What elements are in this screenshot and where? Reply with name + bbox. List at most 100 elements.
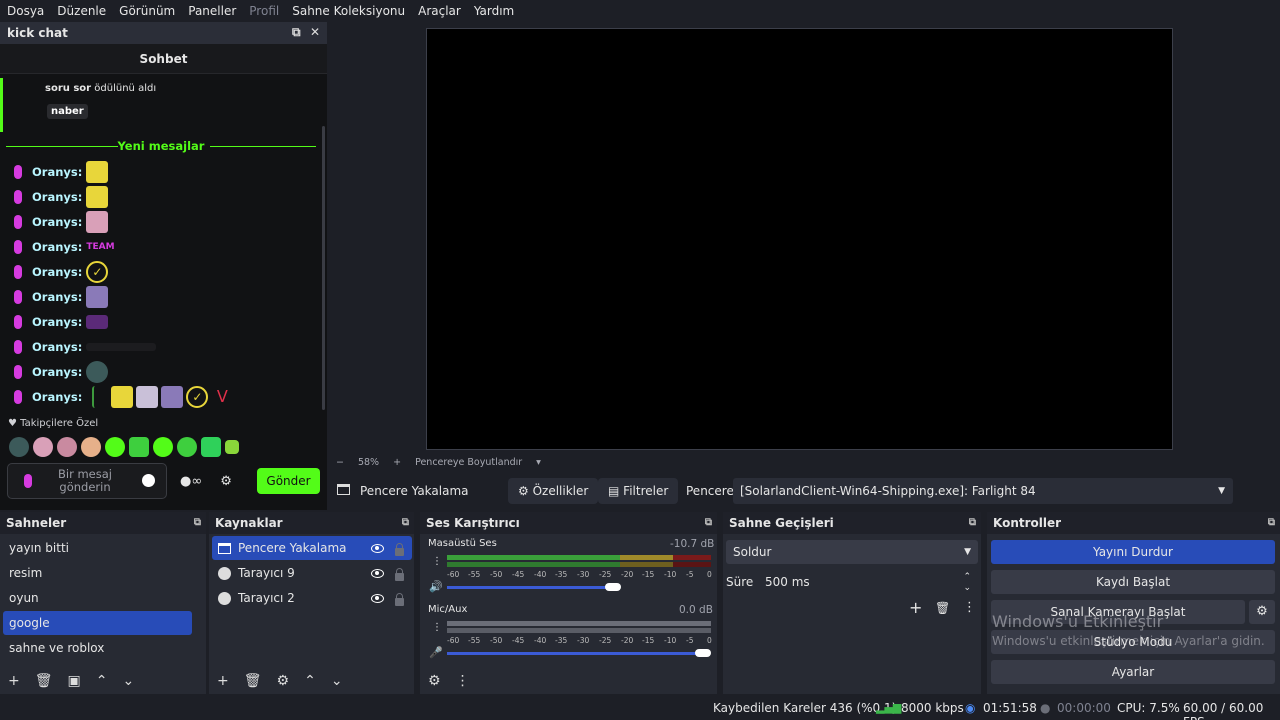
gear-icon[interactable]: ⚙ bbox=[1249, 600, 1275, 624]
filter-icon: ▤ bbox=[608, 484, 620, 498]
chat-username[interactable]: Oranys: bbox=[32, 190, 82, 204]
menu-profile[interactable]: Profil bbox=[249, 4, 279, 18]
undock-icon[interactable]: ⧉ bbox=[969, 512, 976, 534]
emote-icon[interactable] bbox=[177, 437, 197, 457]
lock-icon[interactable] bbox=[395, 543, 404, 556]
volume-slider-track[interactable] bbox=[447, 652, 703, 655]
move-down-icon[interactable]: ⌄ bbox=[122, 673, 134, 689]
volume-slider-track[interactable] bbox=[447, 586, 613, 589]
move-up-icon[interactable]: ⌃ bbox=[96, 673, 108, 689]
undock-icon[interactable]: ⧉ bbox=[705, 512, 712, 534]
menu-file[interactable]: Dosya bbox=[7, 4, 44, 18]
properties-button[interactable]: ⚙ Özellikler bbox=[508, 478, 599, 504]
close-icon[interactable]: ✕ bbox=[310, 25, 320, 39]
zoom-in-button[interactable]: + bbox=[393, 457, 401, 468]
filters-label: Filtreler bbox=[623, 484, 669, 498]
duration-input[interactable]: 500 ms ⌃ ⌄ bbox=[756, 570, 978, 594]
chat-username[interactable]: Oranys: bbox=[32, 340, 82, 354]
chat-username[interactable]: Oranys: bbox=[32, 215, 82, 229]
send-button[interactable]: Gönder bbox=[257, 468, 320, 494]
more-icon[interactable]: ⋮ bbox=[963, 600, 976, 615]
undock-icon[interactable]: ⧉ bbox=[292, 25, 301, 40]
more-icon[interactable]: ⋮ bbox=[456, 673, 470, 689]
chat-username[interactable]: Oranys: bbox=[32, 265, 82, 279]
emote-icon[interactable] bbox=[105, 437, 125, 457]
undock-icon[interactable]: ⧉ bbox=[194, 512, 201, 534]
scale-tick: -10 bbox=[664, 570, 677, 579]
undock-icon[interactable]: ⧉ bbox=[1268, 512, 1275, 534]
chat-username[interactable]: Oranys: bbox=[32, 365, 82, 379]
emote-icon[interactable] bbox=[57, 437, 77, 457]
muted-mic-icon[interactable]: 🎤 bbox=[429, 646, 443, 659]
users-icon[interactable]: ●∞ bbox=[180, 474, 202, 489]
chat-username[interactable]: Oranys: bbox=[32, 390, 82, 404]
program-preview[interactable] bbox=[426, 28, 1173, 450]
scene-item-selected[interactable]: google bbox=[3, 611, 192, 635]
move-down-icon[interactable]: ⌄ bbox=[331, 673, 343, 689]
menu-tools[interactable]: Araçlar bbox=[418, 4, 461, 18]
zoom-out-button[interactable]: − bbox=[336, 457, 344, 468]
scene-item[interactable]: oyun bbox=[3, 586, 192, 610]
emote-icon[interactable] bbox=[153, 437, 173, 457]
source-item-label: Tarayıcı 2 bbox=[238, 591, 295, 605]
emote-icon bbox=[86, 211, 109, 233]
chat-username[interactable]: Oranys: bbox=[32, 290, 82, 304]
scene-item[interactable]: yayın bitti bbox=[3, 536, 192, 560]
volume-slider-handle[interactable] bbox=[695, 649, 711, 657]
add-icon[interactable]: + bbox=[217, 673, 229, 689]
visibility-eye-icon[interactable] bbox=[371, 569, 384, 578]
gear-icon[interactable]: ⚙ bbox=[220, 474, 232, 489]
fit-to-window-button[interactable]: Pencereye Boyutlandır bbox=[415, 457, 522, 468]
scene-item[interactable]: sahne ve roblox bbox=[3, 636, 192, 660]
scale-tick: -50 bbox=[490, 636, 503, 645]
menu-help[interactable]: Yardım bbox=[474, 4, 514, 18]
trash-icon[interactable]: 🗑 bbox=[35, 673, 53, 689]
start-recording-button[interactable]: Kaydı Başlat bbox=[991, 570, 1275, 594]
gear-icon[interactable]: ⚙ bbox=[277, 673, 290, 689]
stop-streaming-button[interactable]: Yayını Durdur bbox=[991, 540, 1275, 564]
chevron-down-icon[interactable]: ▼ bbox=[1218, 478, 1225, 504]
emote-icon[interactable] bbox=[129, 437, 149, 457]
emote-icon bbox=[86, 286, 109, 308]
chat-username[interactable]: Oranys: bbox=[32, 165, 82, 179]
menu-edit[interactable]: Düzenle bbox=[57, 4, 106, 18]
chat-message-input[interactable]: Bir mesaj gönderin bbox=[7, 463, 167, 499]
check-emote-icon: ✓ bbox=[186, 386, 209, 408]
filters-button[interactable]: ▤ Filtreler bbox=[598, 478, 679, 504]
emoji-picker-icon[interactable] bbox=[142, 474, 155, 487]
menu-docks[interactable]: Paneller bbox=[188, 4, 236, 18]
lock-icon[interactable] bbox=[395, 593, 404, 606]
chevron-down-icon[interactable]: ⌄ bbox=[963, 576, 971, 600]
menu-view[interactable]: Görünüm bbox=[119, 4, 175, 18]
emote-icon[interactable] bbox=[225, 440, 239, 454]
chevron-down-icon[interactable]: ▾ bbox=[536, 457, 541, 468]
lock-icon[interactable] bbox=[395, 568, 404, 581]
emote-icon[interactable] bbox=[9, 437, 29, 457]
menu-scene-collection[interactable]: Sahne Koleksiyonu bbox=[292, 4, 405, 18]
chat-scrollbar[interactable] bbox=[322, 126, 325, 410]
window-select[interactable]: [SolarlandClient-Win64-Shipping.exe]: Fa… bbox=[733, 478, 1233, 504]
channel-menu-icon[interactable]: ⋮ bbox=[432, 556, 442, 567]
emote-icon[interactable] bbox=[33, 437, 53, 457]
emote-icon[interactable] bbox=[201, 437, 221, 457]
visibility-eye-icon[interactable] bbox=[371, 544, 384, 553]
add-icon[interactable]: + bbox=[909, 598, 922, 617]
emote-icon[interactable] bbox=[81, 437, 101, 457]
filter-icon[interactable]: ▣ bbox=[68, 673, 81, 689]
transition-select[interactable]: Soldur ▼ bbox=[726, 540, 978, 564]
visibility-eye-icon[interactable] bbox=[371, 594, 384, 603]
add-icon[interactable]: + bbox=[8, 673, 20, 689]
undock-icon[interactable]: ⧉ bbox=[402, 512, 409, 534]
speaker-icon[interactable]: 🔊 bbox=[429, 580, 443, 593]
move-up-icon[interactable]: ⌃ bbox=[304, 673, 316, 689]
settings-button[interactable]: Ayarlar bbox=[991, 660, 1275, 684]
scene-item[interactable]: resim bbox=[3, 561, 192, 585]
trash-icon[interactable]: 🗑 bbox=[244, 673, 262, 689]
trash-icon[interactable]: 🗑 bbox=[935, 601, 950, 615]
chat-username[interactable]: Oranys: bbox=[32, 240, 82, 254]
channel-menu-icon[interactable]: ⋮ bbox=[432, 622, 442, 633]
gear-icon[interactable]: ⚙ bbox=[428, 673, 441, 689]
chat-username[interactable]: Oranys: bbox=[32, 315, 82, 329]
volume-slider-handle[interactable] bbox=[605, 583, 621, 591]
scale-tick: -40 bbox=[534, 570, 547, 579]
